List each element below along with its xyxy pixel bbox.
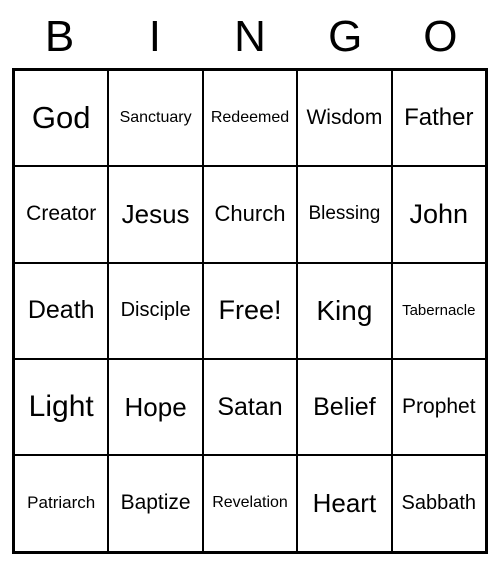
bingo-cell[interactable]: Revelation xyxy=(203,455,297,551)
header-letter-n: N xyxy=(202,12,297,62)
bingo-cell[interactable]: Heart xyxy=(297,455,391,551)
bingo-cell[interactable]: Blessing xyxy=(297,166,391,262)
bingo-cell[interactable]: Hope xyxy=(108,359,202,455)
bingo-cell[interactable]: Creator xyxy=(14,166,108,262)
bingo-grid: God Sanctuary Redeemed Wisdom Father Cre… xyxy=(12,68,488,554)
bingo-cell[interactable]: Satan xyxy=(203,359,297,455)
bingo-cell[interactable]: Light xyxy=(14,359,108,455)
header-letter-b: B xyxy=(12,12,107,62)
bingo-cell[interactable]: Wisdom xyxy=(297,70,391,166)
header-letter-i: I xyxy=(107,12,202,62)
bingo-cell[interactable]: Baptize xyxy=(108,455,202,551)
bingo-cell[interactable]: God xyxy=(14,70,108,166)
bingo-cell[interactable]: Jesus xyxy=(108,166,202,262)
header-letter-g: G xyxy=(298,12,393,62)
bingo-card: B I N G O God Sanctuary Redeemed Wisdom … xyxy=(12,12,488,554)
bingo-cell[interactable]: John xyxy=(392,166,486,262)
bingo-cell[interactable]: Sabbath xyxy=(392,455,486,551)
bingo-cell[interactable]: King xyxy=(297,263,391,359)
bingo-cell[interactable]: Father xyxy=(392,70,486,166)
header-letter-o: O xyxy=(393,12,488,62)
bingo-cell[interactable]: Patriarch xyxy=(14,455,108,551)
bingo-cell[interactable]: Sanctuary xyxy=(108,70,202,166)
bingo-header: B I N G O xyxy=(12,12,488,62)
bingo-cell[interactable]: Tabernacle xyxy=(392,263,486,359)
bingo-cell[interactable]: Church xyxy=(203,166,297,262)
bingo-cell-free[interactable]: Free! xyxy=(203,263,297,359)
bingo-cell[interactable]: Belief xyxy=(297,359,391,455)
bingo-cell[interactable]: Death xyxy=(14,263,108,359)
bingo-cell[interactable]: Redeemed xyxy=(203,70,297,166)
bingo-cell[interactable]: Prophet xyxy=(392,359,486,455)
bingo-cell[interactable]: Disciple xyxy=(108,263,202,359)
